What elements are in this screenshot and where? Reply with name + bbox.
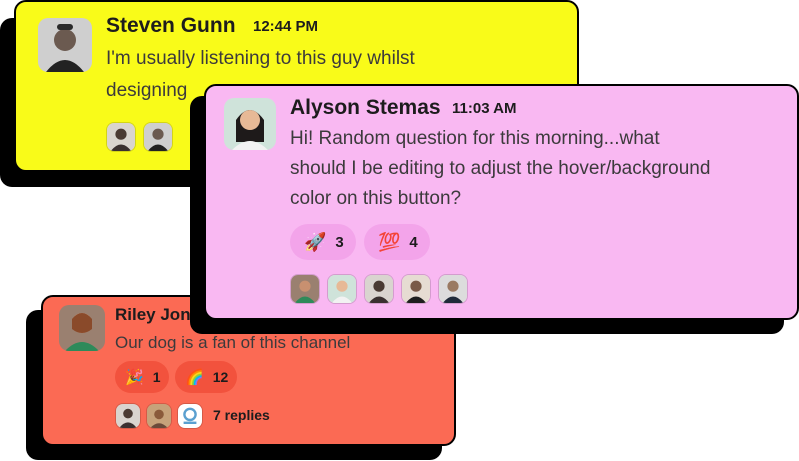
rocket-emoji: 🚀 [304,232,327,252]
party-popper-emoji: 🎉 [125,368,144,386]
rainbow-emoji: 🌈 [185,368,204,386]
replier-avatar[interactable] [146,403,172,429]
reaction-chip[interactable]: 🌈 12 [175,361,237,393]
reaction-count: 3 [335,233,344,251]
avatar-riley-jones[interactable] [59,305,105,351]
avatar-alyson-stemas[interactable] [224,98,276,150]
reaction-chip[interactable]: 🚀 3 [290,224,356,260]
thread-replies-link[interactable]: 7 replies [213,407,270,423]
reaction-chip[interactable]: 🎉 1 [115,361,169,393]
message-text-line: designing [106,80,188,101]
reaction-count: 12 [212,369,229,385]
reactor-avatar[interactable] [106,122,136,152]
reactor-avatar[interactable] [401,274,431,304]
reactor-avatar[interactable] [290,274,320,304]
reaction-chip[interactable]: 💯 4 [364,224,430,260]
author-name[interactable]: Steven Gunn [106,14,236,38]
reaction-count: 1 [152,369,161,385]
reactor-avatar[interactable] [364,274,394,304]
reactor-avatar[interactable] [143,122,173,152]
message-timestamp[interactable]: 11:03 AM [452,100,516,117]
message-text: Our dog is a fan of this channel [115,333,351,352]
reactor-avatar[interactable] [327,274,357,304]
reaction-count: 4 [409,233,418,251]
hundred-points-emoji: 💯 [378,232,401,252]
reactor-avatar[interactable] [438,274,468,304]
message-text-line: color on this button? [290,188,462,209]
message-card-alyson[interactable]: Alyson Stemas 11:03 AM Hi! Random questi… [204,84,799,320]
author-name[interactable]: Alyson Stemas [290,96,441,120]
avatar-steven-gunn[interactable] [38,18,92,72]
message-timestamp[interactable]: 12:44 PM [253,18,318,35]
message-text-line: Hi! Random question for this morning...w… [290,128,660,149]
replier-avatar[interactable] [177,403,203,429]
message-text-line: should I be editing to adjust the hover/… [290,158,711,179]
message-text-line: I'm usually listening to this guy whilst [106,48,415,69]
replier-avatar[interactable] [115,403,141,429]
